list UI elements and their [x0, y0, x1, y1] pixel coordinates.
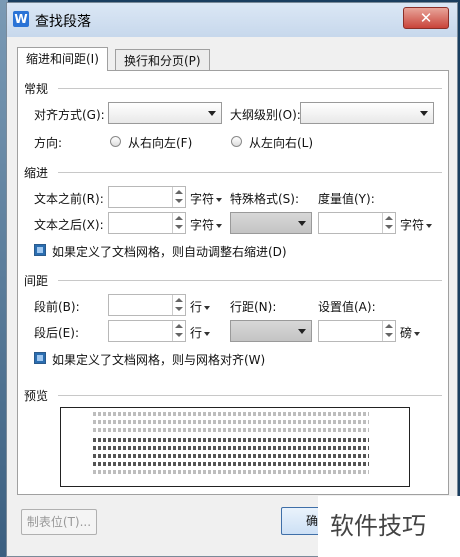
auto-adjust-indent-checkbox[interactable] [34, 244, 46, 256]
snap-to-grid-checkbox[interactable] [34, 352, 46, 364]
divider [58, 172, 442, 173]
spinner-buttons[interactable] [172, 321, 185, 341]
before-text-label: 文本之前(R): [34, 192, 104, 206]
divider [58, 88, 442, 89]
measure-label: 度量值(Y): [318, 192, 375, 206]
chevron-down-icon [298, 329, 306, 334]
spin-up-icon [385, 216, 393, 220]
space-before-input[interactable] [108, 294, 186, 316]
outline-level-select[interactable] [300, 102, 434, 124]
snap-to-grid-label: 如果定义了文档网格，则与网格对齐(W) [52, 353, 266, 367]
spinner-buttons[interactable] [382, 213, 395, 233]
section-indent: 缩进 [24, 166, 49, 180]
preview-line [93, 420, 369, 424]
setting-value-input[interactable] [318, 320, 396, 342]
caret-down-icon [204, 305, 211, 310]
section-general: 常规 [24, 82, 49, 96]
spin-up-icon [175, 298, 183, 302]
chevron-down-icon [420, 111, 428, 116]
direction-label: 方向: [34, 136, 63, 150]
preview-line [93, 454, 369, 458]
spin-down-icon [385, 225, 393, 229]
line-spacing-select[interactable] [230, 320, 312, 342]
spin-down-icon [175, 225, 183, 229]
rtl-radio[interactable] [110, 136, 121, 147]
paragraph-preview [60, 407, 410, 487]
space-after-input[interactable] [108, 320, 186, 342]
spin-up-icon [385, 324, 393, 328]
spin-down-icon [175, 199, 183, 203]
preview-line [93, 428, 369, 432]
title-bar: W 查找段落 ✕ [7, 3, 457, 37]
spin-down-icon [385, 333, 393, 337]
preview-line [93, 470, 369, 474]
line-spacing-label: 行距(N): [230, 300, 277, 314]
spin-up-icon [175, 216, 183, 220]
before-text-unit[interactable]: 字符 [190, 190, 223, 207]
rtl-label: 从右向左(F) [128, 136, 193, 150]
spin-up-icon [175, 190, 183, 194]
after-text-input[interactable] [108, 212, 186, 234]
after-text-label: 文本之后(X): [34, 218, 104, 232]
preview-line [93, 412, 369, 416]
setting-value-label: 设置值(A): [318, 300, 376, 314]
dialog-title: 查找段落 [35, 14, 91, 30]
section-spacing: 间距 [24, 274, 49, 288]
ltr-radio[interactable] [231, 136, 242, 147]
auto-adjust-indent-label: 如果定义了文档网格，则自动调整右缩进(D) [52, 245, 287, 259]
space-after-unit[interactable]: 行 [190, 324, 211, 341]
wps-writer-icon: W [13, 11, 29, 27]
special-format-select[interactable] [230, 212, 312, 234]
caret-down-icon [216, 197, 223, 202]
close-icon: ✕ [419, 9, 433, 27]
tab-line-page-breaks[interactable]: 换行和分页(P) [115, 49, 210, 71]
chevron-down-icon [208, 111, 216, 116]
alignment-label: 对齐方式(G): [34, 108, 105, 122]
alignment-select[interactable] [108, 102, 222, 124]
chevron-down-icon [298, 221, 306, 226]
preview-line [93, 446, 369, 450]
paragraph-dialog: W 查找段落 ✕ 缩进和间距(I) 换行和分页(P) 常规 对齐方式(G): 大… [6, 2, 458, 557]
before-text-input[interactable] [108, 186, 186, 208]
spin-down-icon [175, 333, 183, 337]
divider [58, 395, 442, 396]
tab-indent-spacing[interactable]: 缩进和间距(I) [17, 47, 108, 71]
space-before-unit[interactable]: 行 [190, 298, 211, 315]
space-after-label: 段后(E): [34, 326, 79, 340]
tab-panel: 常规 对齐方式(G): 大纲级别(O): 方向: 从右向左(F) 从左向右(L)… [17, 70, 449, 495]
ltr-label: 从左向右(L) [249, 136, 314, 150]
spinner-buttons[interactable] [172, 295, 185, 315]
measure-input[interactable] [318, 212, 396, 234]
caret-down-icon [426, 223, 433, 228]
caret-down-icon [204, 331, 211, 336]
divider [58, 280, 442, 281]
watermark-text: 软件技巧 [330, 512, 426, 540]
after-text-unit[interactable]: 字符 [190, 216, 223, 233]
section-preview: 预览 [24, 389, 49, 403]
spinner-buttons[interactable] [172, 187, 185, 207]
special-format-label: 特殊格式(S): [230, 192, 300, 206]
spinner-buttons[interactable] [382, 321, 395, 341]
outline-level-label: 大纲级别(O): [230, 108, 301, 122]
preview-line [93, 462, 369, 466]
caret-down-icon [216, 223, 223, 228]
setting-value-unit[interactable]: 磅 [400, 324, 421, 341]
spinner-buttons[interactable] [172, 213, 185, 233]
preview-line [93, 438, 369, 442]
spin-down-icon [175, 307, 183, 311]
spin-up-icon [175, 324, 183, 328]
close-button[interactable]: ✕ [403, 7, 449, 29]
tab-stops-button[interactable]: 制表位(T)... [21, 509, 97, 535]
caret-down-icon [414, 331, 421, 336]
space-before-label: 段前(B): [34, 300, 80, 314]
measure-unit[interactable]: 字符 [400, 216, 433, 233]
